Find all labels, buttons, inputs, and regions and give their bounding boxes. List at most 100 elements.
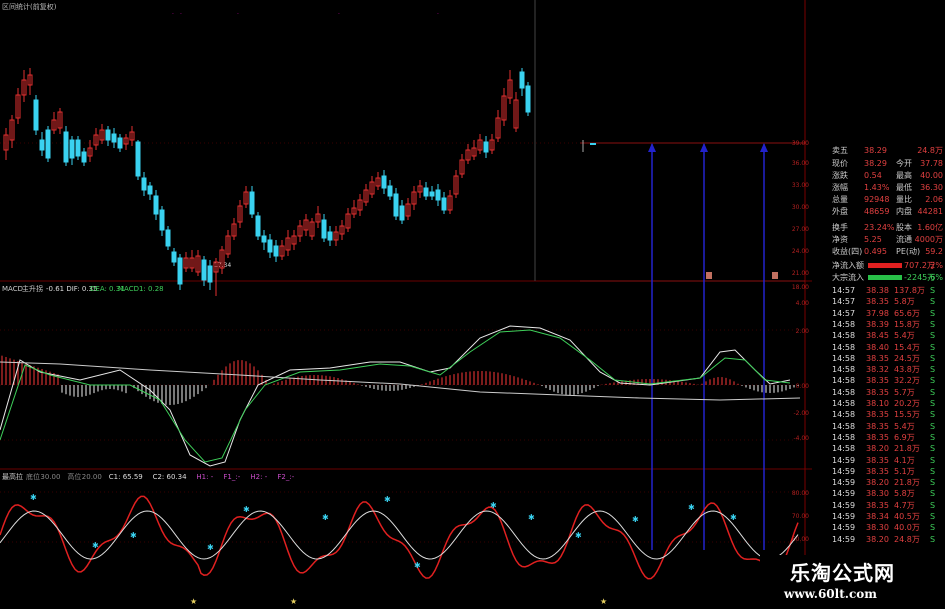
quote-value: 23.24% xyxy=(864,223,895,232)
tick-row[interactable]: 14:58 38.10 20.2万 S xyxy=(832,398,945,409)
candle-body xyxy=(135,141,141,177)
macd-prefix: MACD xyxy=(2,285,23,293)
tick-row[interactable]: 14:57 38.35 5.8万 S xyxy=(832,296,945,307)
candle-body xyxy=(207,265,213,283)
osc-star-marker: ✱ xyxy=(730,513,737,522)
tick-row[interactable]: 14:59 38.35 4.1万 S xyxy=(832,455,945,466)
tick-row[interactable]: 14:58 38.40 15.4万 S xyxy=(832,342,945,353)
tick-row[interactable]: 14:58 38.35 32.2万 S xyxy=(832,375,945,386)
tick-row[interactable]: 14:59 38.30 40.0万 S xyxy=(832,522,945,533)
candle-body xyxy=(153,195,159,215)
tick-row[interactable]: 14:58 38.35 5.7万 S xyxy=(832,387,945,398)
tick-volume: 32.2万 xyxy=(894,376,920,386)
flow-pct: -6% xyxy=(927,273,943,282)
tick-price: 38.39 xyxy=(866,319,889,329)
tick-volume: 43.8万 xyxy=(894,365,920,375)
signal-box xyxy=(772,272,778,279)
tick-time: 14:57 xyxy=(832,308,856,318)
osc-header-item: 底位 xyxy=(26,472,40,481)
tick-row[interactable]: 14:58 38.35 6.9万 S xyxy=(832,432,945,443)
tick-volume: 4.1万 xyxy=(894,455,915,465)
tick-row[interactable]: 14:59 38.20 24.8万 S xyxy=(832,534,945,545)
tick-side: S xyxy=(930,500,936,510)
tick-volume: 65.6万 xyxy=(894,308,920,318)
tick-time: 14:58 xyxy=(832,319,856,329)
marker: · xyxy=(338,11,340,18)
quote-value: 92948 xyxy=(864,195,890,204)
quote-row: 涨跌 0.54 最高 40.00 xyxy=(812,170,945,181)
osc-star-marker: ✱ xyxy=(632,515,639,524)
macd-name: 主升拐 xyxy=(22,284,43,293)
quote-row: 换手 23.24% 股本 1.60亿 xyxy=(812,222,945,233)
quote-extra-label: 最低 xyxy=(896,183,912,192)
tick-time: 14:59 xyxy=(832,489,856,499)
tick-price: 38.35 xyxy=(866,421,889,431)
tick-volume: 5.8万 xyxy=(894,489,915,499)
tick-time: 14:59 xyxy=(832,523,856,533)
tick-side: S xyxy=(930,365,936,375)
tick-time: 14:59 xyxy=(832,500,856,510)
watermark-brand: 乐淘公式网 xyxy=(790,561,895,585)
main-title: 区间统计(前复权) xyxy=(2,2,57,11)
axis-tick-label: -2.00 xyxy=(793,410,809,417)
tick-row[interactable]: 14:57 38.38 137.8万 S xyxy=(832,285,945,296)
tick-price: 38.40 xyxy=(866,342,889,352)
watermark: 乐淘公式网 www.60lt.com xyxy=(760,555,945,609)
osc-header-item: F1_:- xyxy=(223,473,240,481)
tick-time: 14:58 xyxy=(832,410,856,420)
candle-body xyxy=(105,129,111,141)
osc-star-marker: ✱ xyxy=(92,541,99,550)
quote-extra-value: 24.8万 xyxy=(917,146,943,155)
marker: · xyxy=(172,11,174,18)
axis-tick-label: 21.00 xyxy=(792,270,809,277)
marker: · xyxy=(237,11,239,18)
tick-side: S xyxy=(930,308,936,318)
tick-price: 38.10 xyxy=(866,399,889,408)
candle-body xyxy=(165,229,171,247)
macd-header: MACD 主升拐 -0.61 DIF: 0.35 DEA: 0.31 MACD1… xyxy=(2,284,164,293)
candle-body xyxy=(381,175,387,189)
candle-body xyxy=(399,205,405,221)
quote-label: 涨跌 xyxy=(832,171,848,180)
osc-star-marker: ✱ xyxy=(243,505,250,514)
tick-row[interactable]: 14:58 38.35 15.5万 S xyxy=(832,409,945,420)
tick-row[interactable]: 14:57 37.98 65.6万 S xyxy=(832,308,945,319)
tick-price: 38.35 xyxy=(866,387,889,397)
osc-header-item: 30.00 xyxy=(40,473,60,481)
osc-star-marker: ✱ xyxy=(575,531,582,540)
flow-label: 大宗流入 xyxy=(832,273,864,282)
candle-body xyxy=(590,143,596,145)
tick-row[interactable]: 14:58 38.39 15.8万 S xyxy=(832,319,945,330)
tick-row[interactable]: 14:59 38.35 4.7万 S xyxy=(832,500,945,511)
candle-body xyxy=(483,141,489,153)
bottom-star: ★ xyxy=(290,597,297,606)
quote-extra-value: 37.78 xyxy=(920,159,943,168)
tick-side: S xyxy=(930,444,936,454)
osc-star-marker: ✱ xyxy=(528,513,535,522)
chart-area[interactable]: 区间统计(前复权) MACD 主升拐 -0.61 DIF: 0.35 DEA: … xyxy=(0,0,812,609)
tick-side: S xyxy=(930,432,936,442)
tick-time: 14:59 xyxy=(832,512,856,521)
tick-row[interactable]: 14:58 38.35 5.4万 S xyxy=(832,421,945,432)
marker: · xyxy=(180,11,182,18)
flow-row: 大宗流入 -2245万 -6% xyxy=(812,272,945,283)
axis-tick-label: 0.00 xyxy=(796,383,810,390)
osc-star-marker: ✱ xyxy=(384,495,391,504)
tick-row[interactable]: 14:59 38.30 5.8万 S xyxy=(832,488,945,499)
tick-row[interactable]: 14:59 38.34 40.5万 S xyxy=(832,511,945,522)
flow-row: 净流入额 707.2万 2% xyxy=(812,260,945,271)
tick-volume: 6.9万 xyxy=(894,432,915,442)
quote-row: 收益(四) 0.495 PE(动) 59.2 xyxy=(812,246,945,257)
tick-row[interactable]: 14:58 38.45 5.4万 S xyxy=(832,330,945,341)
tick-row[interactable]: 14:59 38.35 5.1万 S xyxy=(832,466,945,477)
quote-extra-label: 最高 xyxy=(896,171,912,180)
candle-body xyxy=(171,251,177,263)
tick-row[interactable]: 14:58 38.35 24.5万 S xyxy=(832,353,945,364)
osc-header-item: 高位 xyxy=(67,472,81,481)
tick-row[interactable]: 14:59 38.20 21.8万 S xyxy=(832,477,945,488)
tick-row[interactable]: 14:58 38.20 21.8万 S xyxy=(832,443,945,454)
axis-tick-label: 24.00 xyxy=(792,248,809,255)
tick-row[interactable]: 14:58 38.32 43.8万 S xyxy=(832,364,945,375)
quote-row: 外盘 48659 内盘 44281 xyxy=(812,206,945,217)
flow-bar xyxy=(868,275,902,280)
